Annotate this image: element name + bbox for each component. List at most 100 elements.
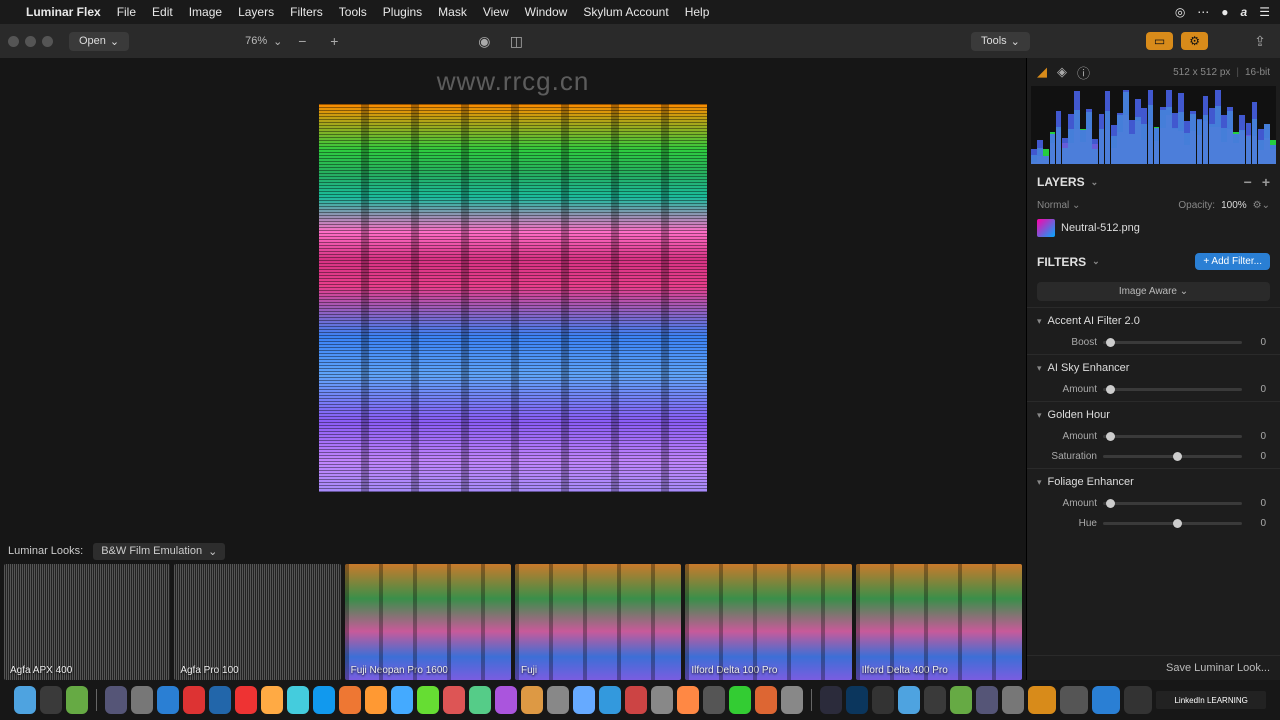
dock-app-icon[interactable]	[625, 686, 647, 714]
dock-app-icon[interactable]	[781, 686, 803, 714]
layers-tab-icon[interactable]: ◈	[1057, 64, 1067, 80]
dock-app-icon[interactable]	[729, 686, 751, 714]
window-controls[interactable]	[8, 36, 53, 47]
dock-app-icon[interactable]	[573, 686, 595, 714]
info-tab-icon[interactable]: ⓘ	[1077, 63, 1090, 82]
gear-icon[interactable]: ⚙⌄	[1253, 200, 1270, 211]
share-icon[interactable]: ⇪	[1248, 29, 1272, 53]
filter-header[interactable]: ▾Foliage Enhancer	[1027, 469, 1280, 495]
add-filter-button[interactable]: + Add Filter...	[1195, 253, 1270, 270]
app-name[interactable]: Luminar Flex	[26, 5, 101, 19]
dock-app-icon[interactable]	[339, 686, 361, 714]
dock-app-icon[interactable]	[495, 686, 517, 714]
menu-account[interactable]: Skylum Account	[583, 5, 668, 19]
menu-icon[interactable]: ☰	[1259, 5, 1270, 19]
dock-app-icon[interactable]	[599, 686, 621, 714]
dock-app-icon[interactable]	[287, 686, 309, 714]
dock-app-icon[interactable]	[924, 686, 946, 714]
dock-app-icon[interactable]	[846, 686, 868, 714]
open-button[interactable]: Open⌄	[69, 32, 129, 51]
dock-app-icon[interactable]	[105, 686, 127, 714]
menu-image[interactable]: Image	[189, 5, 222, 19]
dock-app-icon[interactable]	[131, 686, 153, 714]
remove-layer-button[interactable]: −	[1244, 174, 1252, 190]
opacity-value[interactable]: 100%	[1221, 200, 1247, 211]
dock-app-icon[interactable]	[976, 686, 998, 714]
filters-panel-toggle[interactable]: ⚙	[1181, 32, 1208, 50]
dock-app-icon[interactable]	[547, 686, 569, 714]
dock-app-icon[interactable]	[443, 686, 465, 714]
dock-app-icon[interactable]	[157, 686, 179, 714]
looks-category-dropdown[interactable]: B&W Film Emulation⌄	[93, 543, 225, 560]
dock-app-icon[interactable]	[209, 686, 231, 714]
filter-header[interactable]: ▾AI Sky Enhancer	[1027, 355, 1280, 381]
tools-dropdown[interactable]: Tools⌄	[971, 32, 1030, 51]
dock-app-icon[interactable]	[235, 686, 257, 714]
menu-plugins[interactable]: Plugins	[383, 5, 422, 19]
dock-app-icon[interactable]	[703, 686, 725, 714]
look-preset[interactable]: Ilford Delta 100 Pro	[685, 564, 851, 680]
status-icon[interactable]: ●	[1221, 5, 1228, 19]
slider-knob[interactable]	[1106, 432, 1115, 441]
look-preset[interactable]: Fuji	[515, 564, 681, 680]
slider-knob[interactable]	[1106, 499, 1115, 508]
dock-app-icon[interactable]	[469, 686, 491, 714]
layer-row[interactable]: Neutral-512.png	[1027, 215, 1280, 241]
dock-app-icon[interactable]	[1028, 686, 1056, 714]
slider-track[interactable]	[1103, 435, 1242, 438]
menu-mask[interactable]: Mask	[438, 5, 467, 19]
image-aware-dropdown[interactable]: Image Aware ⌄	[1037, 282, 1270, 301]
look-preset[interactable]: Agfa APX 400	[4, 564, 170, 680]
menu-tools[interactable]: Tools	[339, 5, 367, 19]
zoom-out-button[interactable]: −	[290, 29, 314, 53]
menu-edit[interactable]: Edit	[152, 5, 173, 19]
menu-file[interactable]: File	[117, 5, 136, 19]
looks-panel-toggle[interactable]: ▭	[1146, 32, 1173, 50]
dock-app-icon[interactable]	[14, 686, 36, 714]
compare-icon[interactable]: ◫	[504, 29, 528, 53]
zoom-in-button[interactable]: +	[322, 29, 346, 53]
look-preset[interactable]: Agfa Pro 100	[174, 564, 340, 680]
canvas[interactable]: www.rrcg.cn	[0, 58, 1026, 538]
dock-app-icon[interactable]	[1124, 686, 1152, 714]
slider-knob[interactable]	[1173, 452, 1182, 461]
dock-app-icon[interactable]	[1002, 686, 1024, 714]
save-look-button[interactable]: Save Luminar Look...	[1027, 655, 1280, 680]
menu-layers[interactable]: Layers	[238, 5, 274, 19]
slider-knob[interactable]	[1106, 338, 1115, 347]
dock-app-icon[interactable]	[1060, 686, 1088, 714]
slider-track[interactable]	[1103, 341, 1242, 344]
status-icon[interactable]: ◎	[1175, 5, 1185, 19]
slider-track[interactable]	[1103, 455, 1242, 458]
dock-app-icon[interactable]	[872, 686, 894, 714]
slider-track[interactable]	[1103, 502, 1242, 505]
dock-app-icon[interactable]	[66, 686, 88, 714]
dock-app-icon[interactable]	[820, 686, 842, 714]
dock-app-icon[interactable]	[651, 686, 673, 714]
dock-app-icon[interactable]	[313, 686, 335, 714]
status-icon[interactable]: ⋯	[1197, 5, 1209, 19]
dock-app-icon[interactable]	[521, 686, 543, 714]
dock-app-icon[interactable]	[677, 686, 699, 714]
preview-icon[interactable]: ◉	[472, 29, 496, 53]
filter-header[interactable]: ▾Golden Hour	[1027, 402, 1280, 428]
slider-track[interactable]	[1103, 388, 1242, 391]
menu-view[interactable]: View	[483, 5, 509, 19]
look-preset[interactable]: Fuji Neopan Pro 1600	[345, 564, 511, 680]
filter-header[interactable]: ▾Accent AI Filter 2.0	[1027, 308, 1280, 334]
dock-app-icon[interactable]	[261, 686, 283, 714]
look-preset[interactable]: Ilford Delta 400 Pro	[856, 564, 1022, 680]
dock-app-icon[interactable]	[950, 686, 972, 714]
menu-window[interactable]: Window	[525, 5, 568, 19]
slider-knob[interactable]	[1106, 385, 1115, 394]
histogram-tab-icon[interactable]: ◢	[1037, 64, 1047, 80]
dock-app-icon[interactable]	[391, 686, 413, 714]
slider-track[interactable]	[1103, 522, 1242, 525]
dock-app-icon[interactable]	[1092, 686, 1120, 714]
dock-app-icon[interactable]	[183, 686, 205, 714]
dock-app-icon[interactable]	[365, 686, 387, 714]
menu-filters[interactable]: Filters	[290, 5, 323, 19]
status-icon[interactable]: a	[1241, 5, 1248, 19]
add-layer-button[interactable]: +	[1262, 174, 1270, 190]
dock-app-icon[interactable]	[898, 686, 920, 714]
